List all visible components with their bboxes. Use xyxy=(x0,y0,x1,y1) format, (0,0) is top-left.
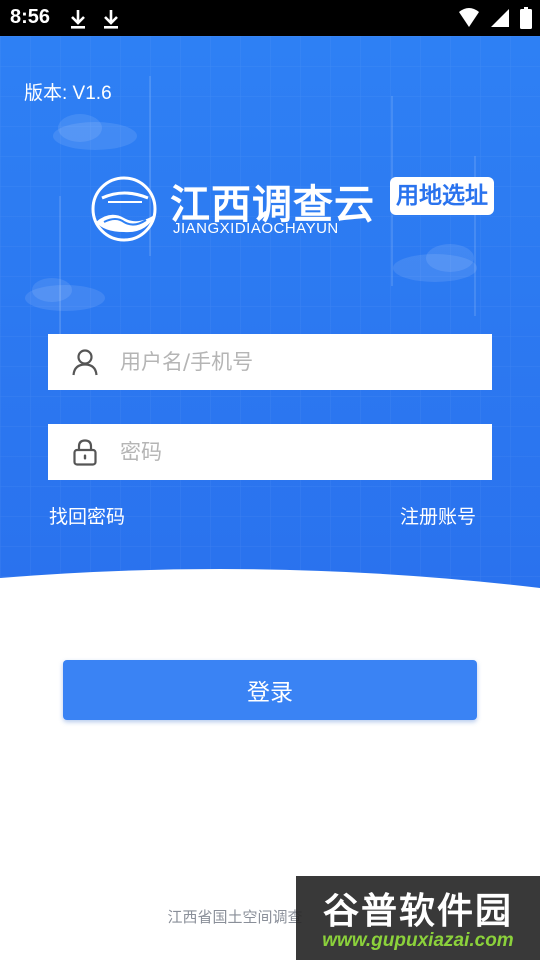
watermark-title: 谷普软件园 xyxy=(322,891,513,932)
download-icon xyxy=(71,10,85,29)
login-button[interactable]: 登录 xyxy=(63,660,477,720)
signal-icon xyxy=(491,9,509,27)
brand-pinyin: JIANGXIDIAOCHAYUN xyxy=(173,220,339,237)
password-field[interactable] xyxy=(48,424,492,480)
username-field[interactable] xyxy=(48,334,492,390)
download-icon xyxy=(104,10,118,29)
forgot-password-link[interactable]: 找回密码 xyxy=(49,502,125,529)
login-header: 版本: V1.6 江西调查云 JIANGXIDIAOCHAYUN 用地选址 找回… xyxy=(0,36,540,596)
cloud-logo-icon xyxy=(91,176,157,242)
brand-tag: 用地选址 xyxy=(390,177,494,215)
version-label: 版本: V1.6 xyxy=(24,83,112,104)
register-link[interactable]: 注册账号 xyxy=(400,502,476,529)
lock-icon xyxy=(73,439,97,466)
status-time: 8:56 xyxy=(10,6,51,28)
password-input[interactable] xyxy=(120,440,480,464)
status-bar: 8:56 xyxy=(0,0,540,36)
watermark-url: www.gupuxiazai.com xyxy=(322,930,514,951)
username-input[interactable] xyxy=(120,350,480,374)
battery-icon xyxy=(520,7,532,29)
watermark: 谷普软件园 www.gupuxiazai.com xyxy=(296,876,540,960)
user-icon xyxy=(72,349,98,376)
wifi-icon xyxy=(459,8,479,27)
